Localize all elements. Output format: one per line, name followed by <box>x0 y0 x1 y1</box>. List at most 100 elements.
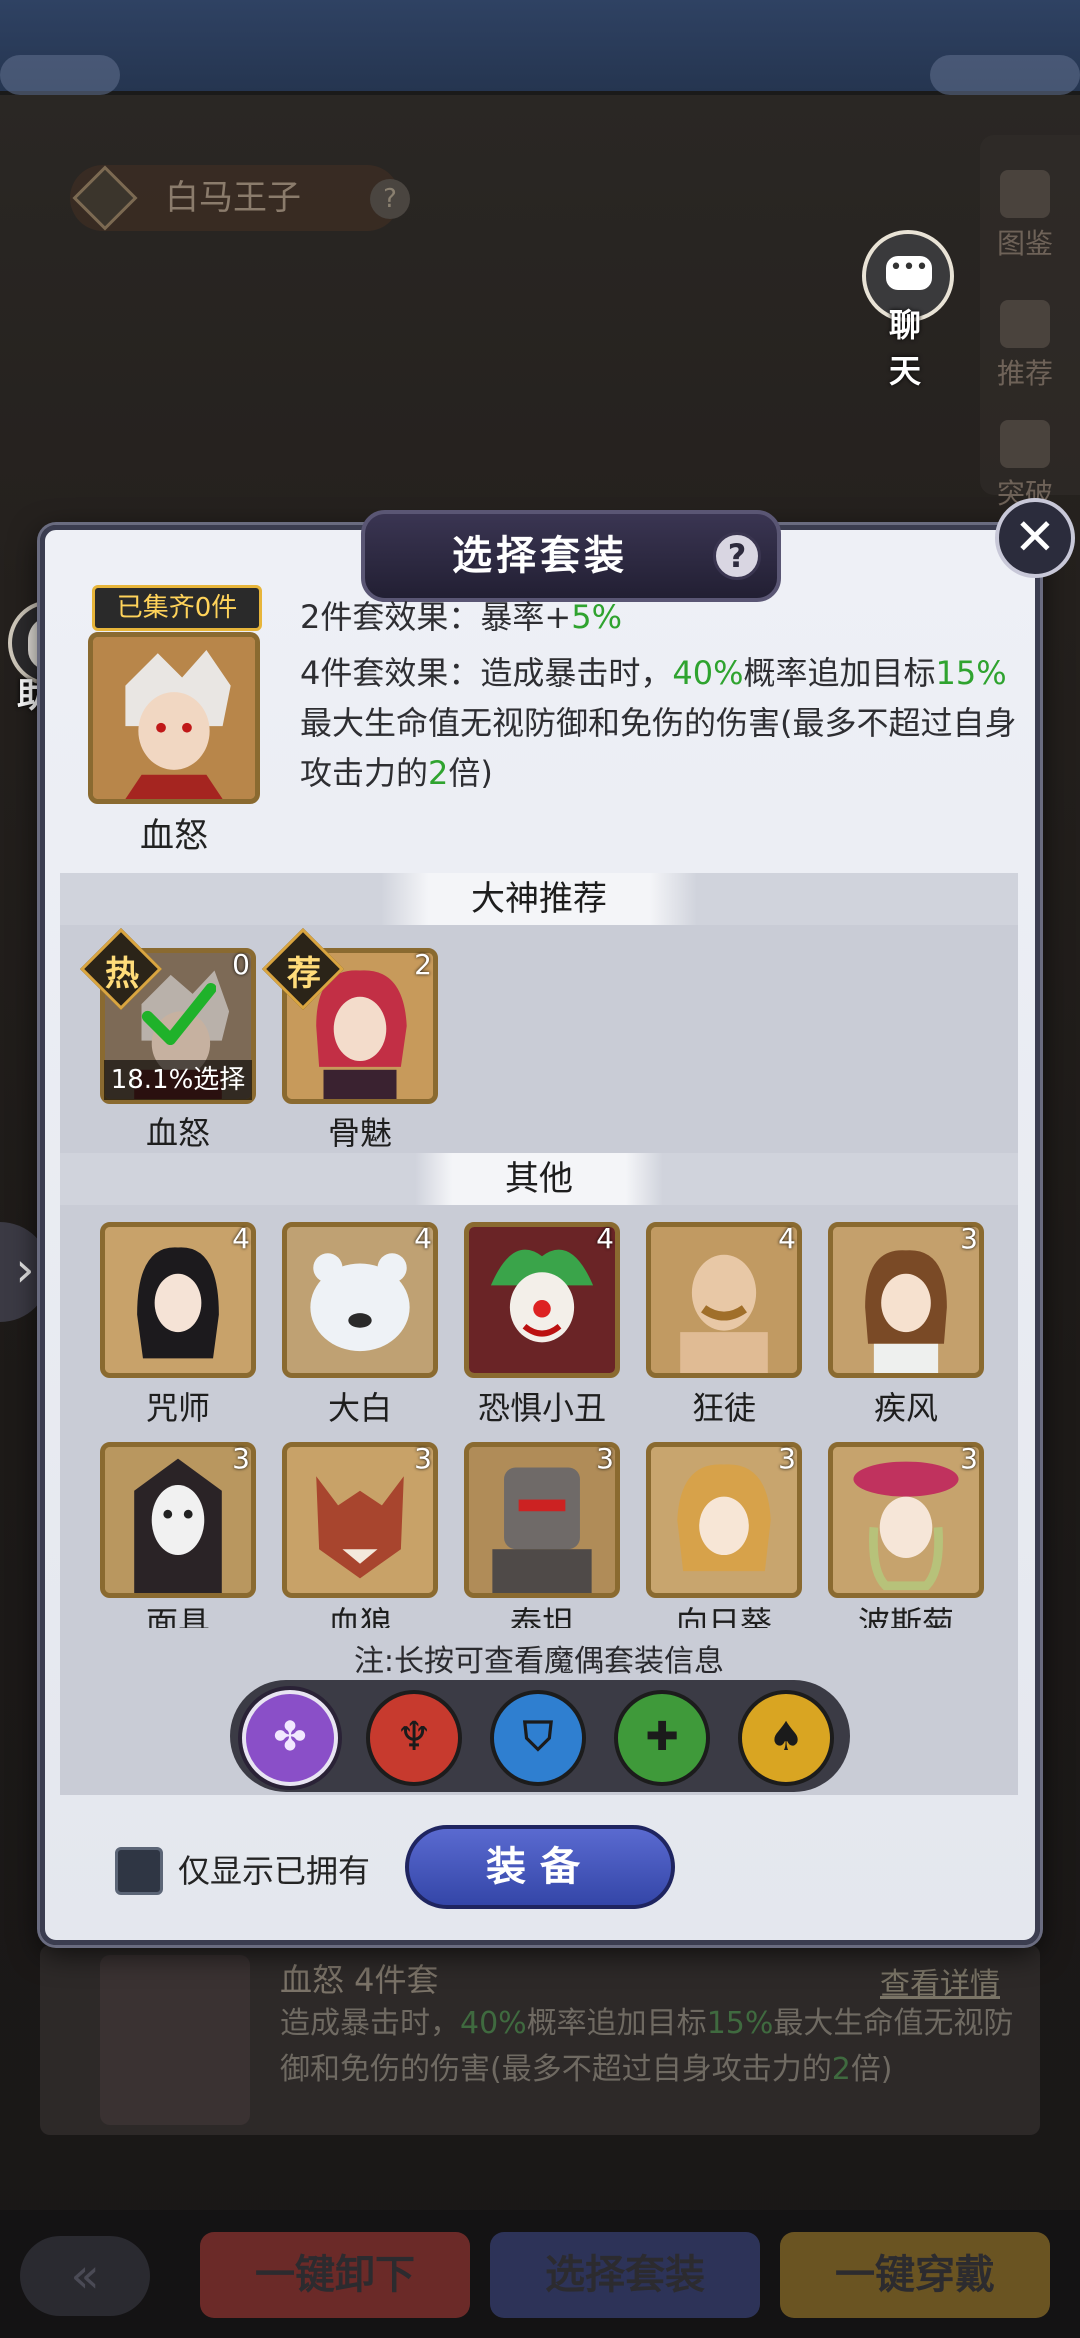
filter-yellow-button[interactable]: ♠ <box>738 1690 834 1786</box>
owned-count: 2 <box>414 948 432 981</box>
owned-count: 4 <box>778 1222 796 1255</box>
speech-bubble-icon: ••• <box>886 256 932 290</box>
hero-name: 白马王子 <box>165 178 301 218</box>
cross-icon: ✚ <box>645 1714 679 1760</box>
character-portrait-icon <box>469 1447 615 1593</box>
book-icon <box>1000 170 1050 218</box>
owned-count: 3 <box>960 1222 978 1255</box>
clover-icon: ✤ <box>273 1714 307 1760</box>
current-set-info: 血怒 4件套 查看详情 造成暴击时，40%概率追加目标15%最大生命值无视防御和… <box>40 1945 1040 2135</box>
filter-all-button[interactable]: ✤ <box>242 1690 338 1786</box>
set-name: 向日葵 <box>675 1604 772 1628</box>
character-portrait-icon <box>105 1447 251 1593</box>
set-name: 骨魅 <box>327 1114 392 1152</box>
section-recommended-label: 大神推荐 <box>381 873 697 925</box>
owned-count: 3 <box>414 1442 432 1475</box>
character-portrait-icon <box>833 1447 979 1593</box>
set-name: 狂徒 <box>691 1389 756 1427</box>
set-card-clown[interactable]: 4 <box>464 1222 620 1378</box>
current-set-name: 血怒 <box>140 816 208 856</box>
set-card-kuangtu[interactable]: 4 <box>646 1222 802 1378</box>
character-portrait-icon <box>833 1227 979 1373</box>
close-button[interactable]: ✕ <box>995 498 1075 578</box>
unequip-all-button[interactable]: 一键卸下 <box>200 2232 470 2318</box>
equip-all-button[interactable]: 一键穿戴 <box>780 2232 1050 2318</box>
owned-count: 4 <box>232 1222 250 1255</box>
current-set-portrait <box>88 632 260 804</box>
filter-green-button[interactable]: ✚ <box>614 1690 710 1786</box>
long-press-note: 注:长按可查看魔偶套装信息 <box>353 1644 725 1679</box>
help-icon: ? <box>370 179 410 219</box>
character-portrait-icon <box>651 1447 797 1593</box>
emblem-icon: ♠ <box>768 1714 804 1760</box>
owned-count: 3 <box>778 1442 796 1475</box>
set-name: 血怒 <box>145 1114 210 1152</box>
filter-red-button[interactable]: ♆ <box>366 1690 462 1786</box>
set-name: 泰坦 <box>509 1604 574 1628</box>
set-card-xiangrikui[interactable]: 3 <box>646 1442 802 1598</box>
hero-title-bar: 白马王子 ? <box>70 165 410 231</box>
set-card-zhoushi[interactable]: 4 <box>100 1222 256 1378</box>
owned-count: 3 <box>232 1442 250 1475</box>
set-name: 面具 <box>145 1604 210 1628</box>
dialog-title: 选择套装 <box>452 533 628 579</box>
owned-count: 4 <box>414 1222 432 1255</box>
character-portrait-icon <box>287 1447 433 1593</box>
character-portrait-icon <box>469 1227 615 1373</box>
character-portrait-icon <box>287 1227 433 1373</box>
current-set-description: 造成暴击时，40%概率追加目标15%最大生命值无视防御和免伤的伤害(最多不超过自… <box>280 2006 1014 2087</box>
select-set-button[interactable]: 选择套装 <box>490 2232 760 2318</box>
section-recommended: 大神推荐 <box>60 873 1018 925</box>
set-card-taitan[interactable]: 3 <box>464 1442 620 1598</box>
set-card-xuenu-recommended[interactable]: 18.1%选择 0 热 <box>79 927 256 1104</box>
set-card-gumei-recommended[interactable]: 2 荐 <box>261 927 438 1104</box>
set-name: 咒师 <box>145 1389 210 1427</box>
set-character-image <box>100 1955 250 2125</box>
set-card-jifeng[interactable]: 3 <box>828 1222 984 1378</box>
section-other-label: 其他 <box>415 1153 663 1205</box>
view-details-link[interactable]: 查看详情 <box>880 1959 1000 2003</box>
chat-label: 聊 天 <box>888 306 927 390</box>
character-portrait-icon <box>93 637 255 799</box>
fist-icon <box>1000 420 1050 468</box>
shield-icon: ⛉ <box>523 1714 553 1760</box>
pick-rate-label: 18.1%选择 <box>104 1060 252 1100</box>
set-card-xuelang[interactable]: 3 <box>282 1442 438 1598</box>
cloud-decoration <box>0 55 120 95</box>
side-button-codex: 图鉴 <box>982 170 1068 262</box>
owned-count: 3 <box>596 1442 614 1475</box>
side-button-recommend: 推荐 <box>982 300 1068 392</box>
recommend-tag-label: 荐 <box>287 954 321 994</box>
scroll-icon <box>1000 300 1050 348</box>
two-piece-effect: 2件套效果：暴率+5% <box>300 598 622 636</box>
back-button[interactable]: « <box>20 2236 150 2316</box>
set-name: 大白 <box>327 1389 392 1427</box>
filter-blue-button[interactable]: ⛉ <box>490 1690 586 1786</box>
owned-count: 4 <box>596 1222 614 1255</box>
current-set-title: 血怒 4件套 <box>280 1961 439 1999</box>
owned-only-checkbox[interactable] <box>115 1847 163 1895</box>
character-portrait-icon <box>651 1227 797 1373</box>
cloud-decoration <box>930 55 1080 95</box>
hot-tag-label: 热 <box>105 954 139 994</box>
set-card-bosiju[interactable]: 3 <box>828 1442 984 1598</box>
set-name: 恐惧小丑 <box>477 1389 606 1427</box>
game-screen: 白马王子 ? 图鉴 推荐 突破 ••• 聊 天 助手 › 血怒 4件套 查看详情… <box>0 0 1080 2338</box>
set-name: 疾风 <box>873 1389 938 1427</box>
set-card-dabai[interactable]: 4 <box>282 1222 438 1378</box>
collected-badge: 已集齐0件 <box>92 585 262 631</box>
character-portrait-icon <box>105 1227 251 1373</box>
top-strip <box>0 0 1080 95</box>
help-button[interactable]: ? <box>713 532 761 580</box>
set-name: 波斯菊 <box>857 1604 954 1628</box>
crown-icon: ♆ <box>396 1714 432 1760</box>
four-piece-effect: 4件套效果：造成暴击时，40%概率追加目标15%最大生命值无视防御和免伤的伤害(… <box>300 654 1017 792</box>
check-icon <box>141 982 216 1046</box>
dialog-header: 选择套装 ? <box>361 510 781 602</box>
section-other: 其他 <box>60 1153 1018 1205</box>
owned-count: 0 <box>232 948 250 981</box>
set-card-mianju[interactable]: 3 <box>100 1442 256 1598</box>
equip-button[interactable]: 装备 <box>405 1825 675 1909</box>
owned-only-label: 仅显示已拥有 <box>178 1852 371 1890</box>
owned-count: 3 <box>960 1442 978 1475</box>
